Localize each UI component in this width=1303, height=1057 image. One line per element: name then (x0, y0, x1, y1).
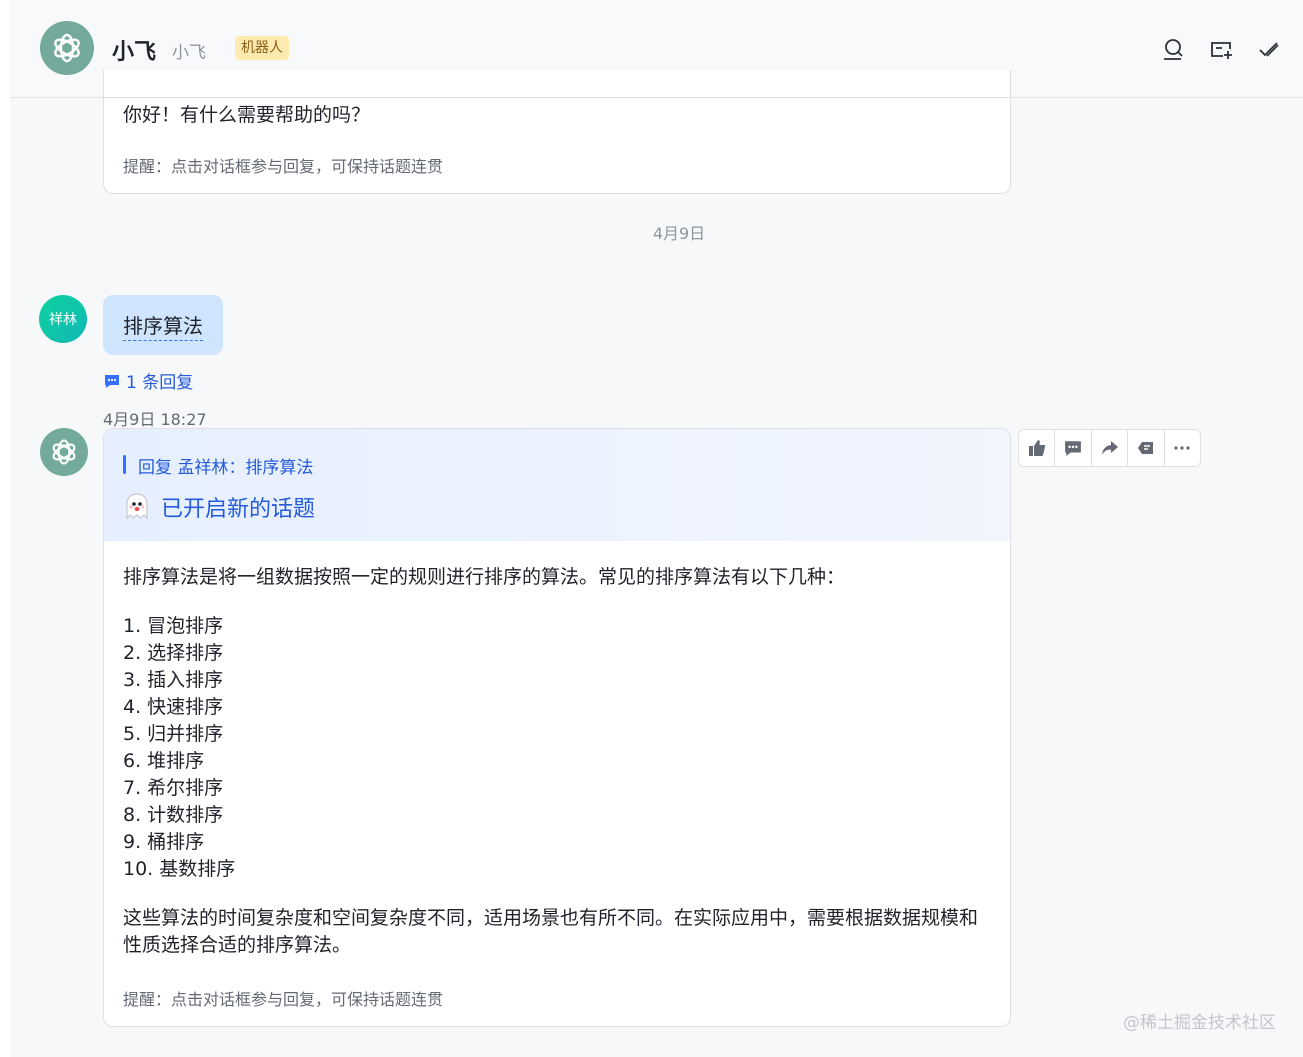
algorithm-list: 1. 冒泡排序 2. 选择排序 3. 插入排序 4. 快速排序 5. 归并排序 … (123, 613, 235, 883)
list-item: 8. 计数排序 (123, 804, 224, 826)
list-item: 3. 插入排序 (123, 669, 224, 691)
topic-row: 已开启新的话题 (123, 491, 315, 523)
add-tab-icon[interactable] (1208, 36, 1234, 62)
reply-hint: 提醒：点击对话框参与回复，可保持话题连贯 (123, 157, 444, 176)
edit-icon[interactable] (1256, 36, 1282, 62)
list-item: 10. 基数排序 (123, 858, 236, 880)
message-text: 排序算法 (123, 310, 203, 341)
comment-icon (1065, 441, 1081, 456)
list-item: 5. 归并排序 (123, 723, 224, 745)
thumbs-up-icon (1028, 440, 1045, 456)
reply-intro: 排序算法是将一组数据按照一定的规则进行排序的算法。常见的排序算法有以下几种： (123, 566, 846, 588)
list-item: 6. 堆排序 (123, 750, 205, 772)
reply-button[interactable] (1055, 430, 1092, 466)
bot-message-card[interactable]: 你好！有什么需要帮助的吗？ 提醒：点击对话框参与回复，可保持话题连贯 (103, 70, 1011, 194)
topic-title: 已开启新的话题 (161, 497, 316, 522)
bot-reply-card[interactable]: 回复 孟祥林：排序算法 已开启新的话题 排序算法是将一组数据按照一定的规则进行排… (103, 428, 1011, 1027)
list-item: 2. 选择排序 (123, 642, 224, 664)
list-item: 4. 快速排序 (123, 696, 224, 718)
openai-logo-icon (52, 439, 76, 465)
bot-avatar[interactable] (40, 21, 94, 75)
share-arrow-icon (1101, 441, 1118, 455)
date-separator: 4月9日 (652, 224, 706, 243)
message-timestamp: 4月9日 18:27 (103, 410, 207, 429)
more-dots-icon (1174, 446, 1190, 450)
user-message-bubble[interactable]: 排序算法 (103, 295, 223, 355)
reply-hint: 提醒：点击对话框参与回复，可保持话题连贯 (123, 990, 444, 1009)
like-button[interactable] (1019, 430, 1056, 466)
reply-count-label: 1 条回复 (126, 373, 194, 393)
list-item: 9. 桶排序 (123, 831, 205, 853)
list-item: 1. 冒泡排序 (123, 615, 224, 637)
message-text: 你好！有什么需要帮助的吗？ (123, 104, 371, 126)
more-button[interactable] (1165, 430, 1200, 466)
user-avatar[interactable]: 祥林 (39, 295, 87, 343)
chat-title[interactable]: 小飞 (112, 34, 156, 66)
quote-button[interactable] (1128, 430, 1165, 466)
list-item: 7. 希尔排序 (123, 777, 224, 799)
chat-subtitle: 小飞 (172, 43, 206, 63)
watermark: @稀土掘金技术社区 (1123, 1013, 1276, 1033)
quote-reply-icon (1137, 442, 1153, 454)
comment-icon (105, 374, 119, 388)
bot-badge: 机器人 (235, 36, 289, 60)
quote-text[interactable]: 回复 孟祥林：排序算法 (138, 453, 313, 478)
quote-header: 回复 孟祥林：排序算法 已开启新的话题 (104, 429, 1010, 541)
openai-logo-icon (54, 33, 80, 63)
ghost-icon (126, 493, 148, 520)
quote-bar (123, 455, 126, 474)
reply-count-link[interactable]: 1 条回复 (104, 368, 193, 393)
bot-avatar[interactable] (40, 428, 88, 476)
message-action-bar (1018, 429, 1201, 467)
reply-conclusion: 这些算法的时间复杂度和空间复杂度不同，适用场景也有所不同。在实际应用中，需要根据… (123, 907, 979, 956)
search-icon[interactable] (1160, 36, 1186, 62)
forward-button[interactable] (1092, 430, 1129, 466)
